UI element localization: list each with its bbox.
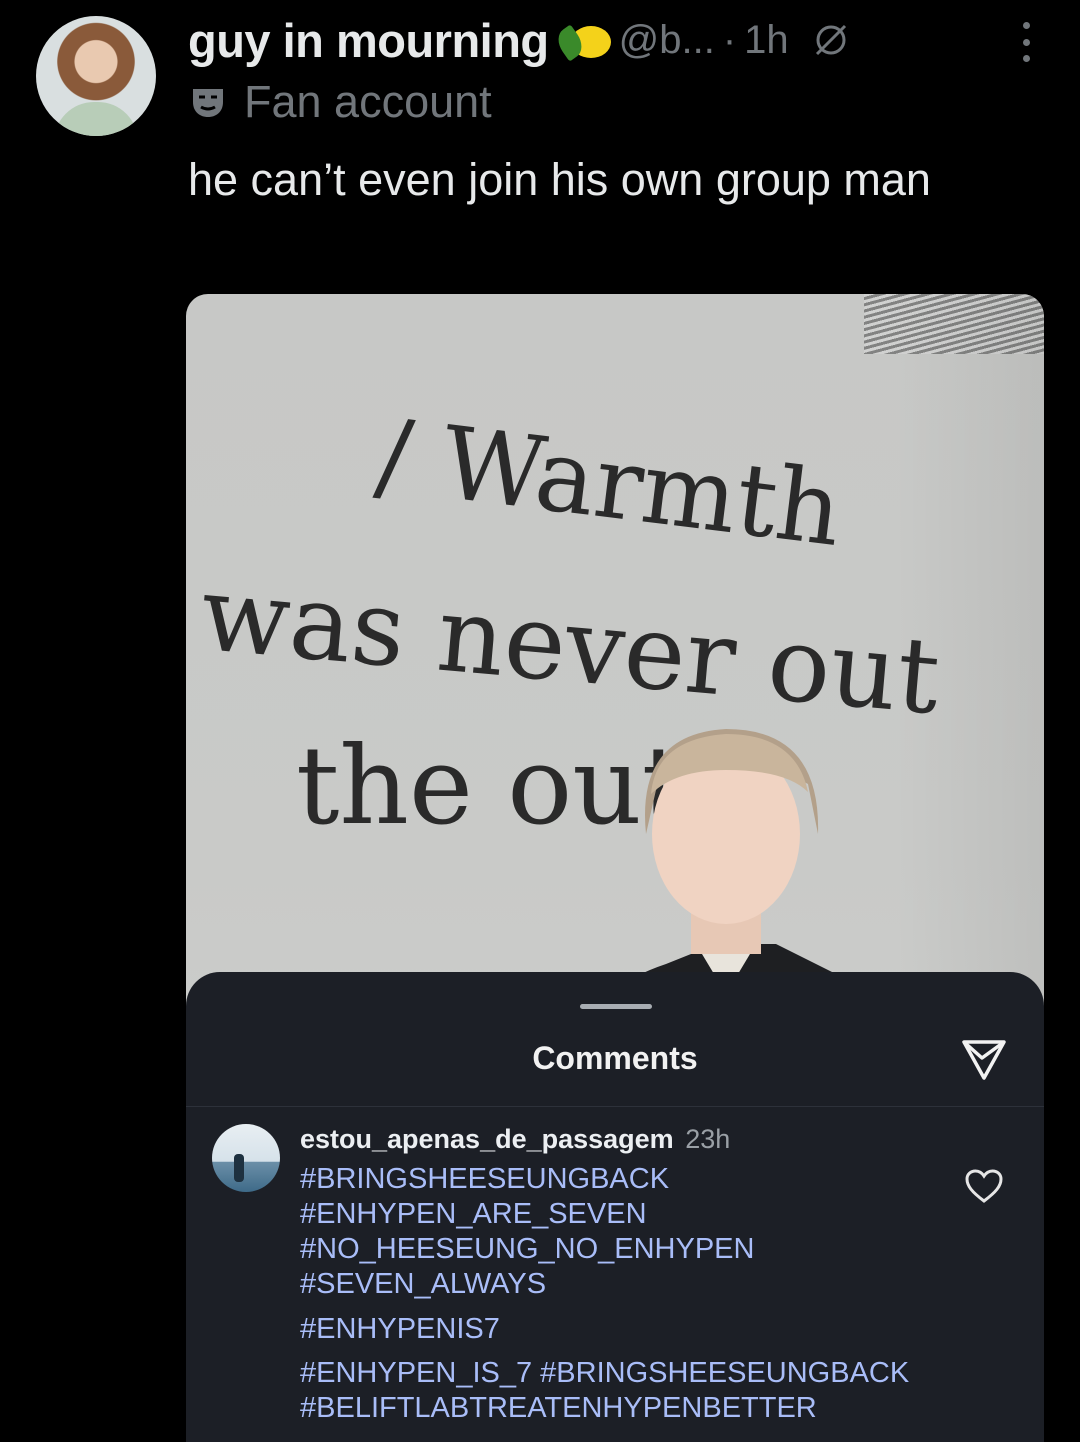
null-symbol-icon bbox=[815, 24, 846, 56]
hashtag[interactable]: #ENHYPEN_IS_7 #BRINGSHEESEUNGBACK bbox=[300, 1356, 980, 1391]
sheet-divider bbox=[186, 1106, 1044, 1107]
commenter-username[interactable]: estou_apenas_de_passagem bbox=[300, 1124, 674, 1154]
tweet-time[interactable]: 1h bbox=[744, 18, 789, 63]
comment-time: 23h bbox=[685, 1124, 731, 1154]
send-icon[interactable] bbox=[958, 1032, 1010, 1084]
lemon-emoji-icon bbox=[552, 20, 611, 62]
commenter-avatar[interactable] bbox=[212, 1124, 280, 1192]
separator-dot: · bbox=[722, 17, 737, 62]
hashtag[interactable]: #BRINGSHEESEUNGBACK bbox=[300, 1162, 980, 1197]
hashtag[interactable]: #ENHYPENIS7 bbox=[300, 1312, 980, 1347]
tweet-header: guy in mourning @b... · 1h bbox=[188, 10, 1040, 70]
heart-icon[interactable] bbox=[964, 1168, 1004, 1204]
account-label: Fan account bbox=[190, 76, 492, 128]
drag-handle[interactable] bbox=[580, 1004, 652, 1009]
hashtag[interactable]: #SEVEN_ALWAYS bbox=[300, 1267, 980, 1302]
comment-body: #BRINGSHEESEUNGBACK #ENHYPEN_ARE_SEVEN #… bbox=[300, 1162, 980, 1426]
comments-title: Comments bbox=[532, 1040, 698, 1076]
account-label-text: Fan account bbox=[244, 76, 492, 127]
user-handle[interactable]: @b... bbox=[619, 18, 715, 63]
more-options-icon[interactable] bbox=[1020, 22, 1032, 62]
hashtag[interactable]: #NO_HEESEUNG_NO_ENHYPEN bbox=[300, 1232, 980, 1267]
comment-header: estou_apenas_de_passagem 23h bbox=[300, 1124, 730, 1155]
mask-icon bbox=[193, 89, 223, 117]
profile-avatar[interactable] bbox=[36, 16, 156, 136]
tweet-text: he can’t even join his own group man bbox=[188, 154, 931, 205]
comments-sheet: Comments estou_apenas_de_passagem 23h #B… bbox=[186, 972, 1044, 1442]
hashtag[interactable]: #ENHYPEN_ARE_SEVEN bbox=[300, 1197, 980, 1232]
display-name[interactable]: guy in mourning bbox=[188, 13, 549, 68]
hashtag[interactable]: #BELIFTLABTREATENHYPENBETTER bbox=[300, 1391, 980, 1426]
